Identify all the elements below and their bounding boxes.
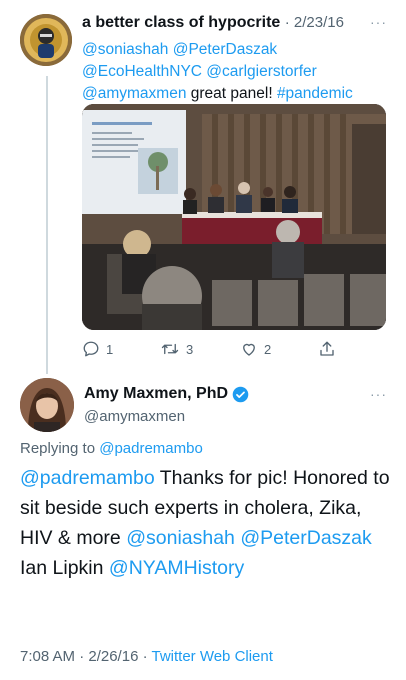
author-row: a better class of hypocrite · 2/23/16 (82, 14, 344, 32)
tweet-text: @soniashah @PeterDaszak @EcoHealthNYC @c… (82, 39, 392, 105)
like-count: 2 (264, 341, 272, 357)
tweet-body: Ian Lipkin (20, 557, 109, 579)
mention-link[interactable]: @PeterDaszak (173, 41, 277, 58)
timestamp[interactable]: 7:08 AM · 2/26/16 · (20, 648, 151, 665)
mention-link[interactable]: @amymaxmen (82, 85, 186, 102)
replying-to-link[interactable]: @padremambo (99, 440, 203, 457)
share-icon (318, 340, 336, 358)
mention-link[interactable]: @carlgierstorfer (206, 63, 316, 80)
replying-to-line: Replying to @padremambo (20, 440, 203, 457)
like-button[interactable]: 2 (240, 340, 271, 358)
mention-link[interactable]: @padremambo (20, 467, 155, 489)
mention-link[interactable]: @NYAMHistory (109, 557, 244, 579)
author-row: Amy Maxmen, PhD (84, 385, 249, 403)
tweet-timestamp: 7:08 AM · 2/26/16 · Twitter Web Client (20, 648, 273, 665)
hashtag-link[interactable]: #pandemic (277, 85, 353, 102)
retweet-count: 3 (186, 341, 194, 357)
mention-link[interactable]: @EcoHealthNYC (82, 63, 202, 80)
replying-to-label: Replying to (20, 440, 100, 457)
mention-link[interactable]: @PeterDaszak (240, 527, 371, 549)
verified-badge-icon (232, 386, 249, 403)
mention-link[interactable]: @soniashah (82, 41, 168, 58)
thread-connector-line (46, 76, 48, 374)
retweet-icon (160, 340, 180, 358)
tweet-text: @padremambo Thanks for pic! Honored to s… (20, 463, 398, 583)
tweet-photo[interactable] (82, 104, 386, 330)
mention-link[interactable]: @soniashah (126, 527, 235, 549)
more-options-icon[interactable]: ··· (370, 386, 387, 402)
avatar[interactable] (20, 378, 74, 432)
share-button[interactable] (318, 340, 336, 358)
tweet-date[interactable]: · 2/23/16 (285, 14, 344, 31)
avatar[interactable] (20, 14, 72, 66)
display-name[interactable]: Amy Maxmen, PhD (84, 385, 228, 403)
retweet-button[interactable]: 3 (160, 340, 193, 358)
client-link[interactable]: Twitter Web Client (151, 648, 272, 665)
heart-icon (240, 340, 258, 358)
display-name[interactable]: a better class of hypocrite (82, 14, 280, 31)
handle[interactable]: @amymaxmen (84, 408, 185, 425)
tweet-body: great panel! (186, 85, 277, 102)
reply-icon (82, 340, 100, 358)
reply-button[interactable]: 1 (82, 340, 113, 358)
more-options-icon[interactable]: ··· (370, 14, 387, 30)
reply-count: 1 (106, 341, 114, 357)
